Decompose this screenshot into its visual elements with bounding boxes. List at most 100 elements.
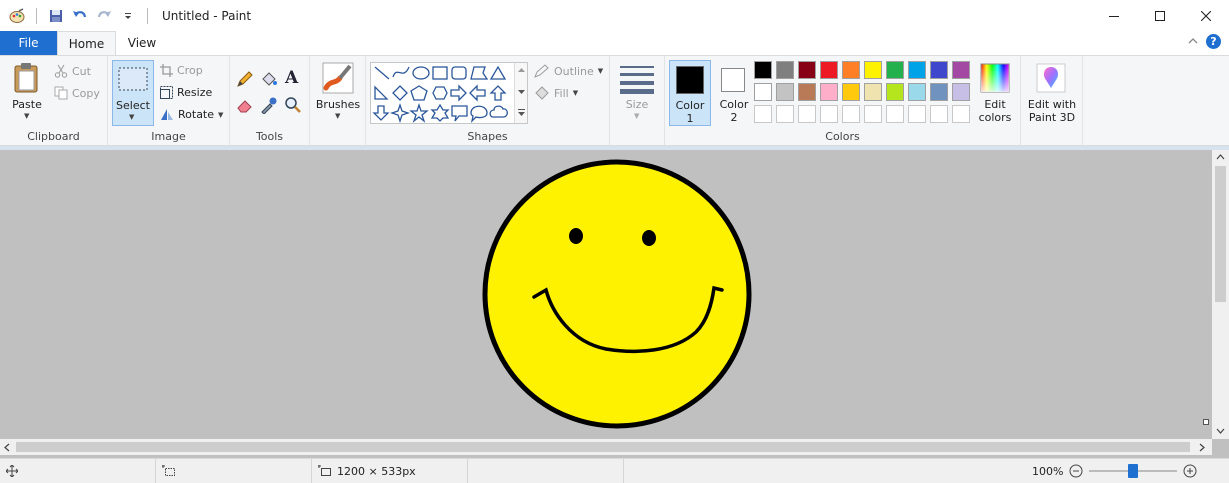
color2-label: Color: [719, 98, 749, 111]
paint-app-icon[interactable]: [8, 7, 26, 25]
custom-color-slot[interactable]: [864, 105, 882, 123]
custom-color-slot[interactable]: [776, 105, 794, 123]
image-group-label: Image: [151, 130, 186, 143]
custom-color-slot[interactable]: [820, 105, 838, 123]
pencil-icon[interactable]: [236, 70, 254, 88]
palette-swatch[interactable]: [886, 83, 904, 101]
resize-button[interactable]: Resize: [160, 86, 212, 99]
crop-button[interactable]: Crop: [160, 64, 203, 77]
palette-swatch[interactable]: [798, 83, 816, 101]
size-group: Size ▼: [610, 56, 665, 145]
custom-color-slot[interactable]: [798, 105, 816, 123]
maximize-button[interactable]: [1137, 0, 1183, 31]
paste-button[interactable]: Paste ▼: [6, 60, 48, 126]
cut-button[interactable]: Cut: [54, 64, 91, 78]
scroll-up-icon[interactable]: [517, 67, 526, 73]
fill-bucket-icon[interactable]: [260, 70, 278, 88]
customize-qat-icon[interactable]: [119, 7, 137, 25]
line-size-icon: [620, 66, 654, 94]
edit-with-paint3d-button[interactable]: Edit with Paint 3D: [1023, 60, 1081, 126]
vertical-scrollbar[interactable]: [1212, 150, 1229, 439]
palette-swatch[interactable]: [908, 61, 926, 79]
custom-color-slot[interactable]: [886, 105, 904, 123]
palette-swatch[interactable]: [754, 83, 772, 101]
palette-swatch[interactable]: [842, 83, 860, 101]
palette-swatch[interactable]: [886, 61, 904, 79]
palette-swatch[interactable]: [908, 83, 926, 101]
save-icon[interactable]: [47, 7, 65, 25]
custom-color-slot[interactable]: [930, 105, 948, 123]
palette-swatch[interactable]: [776, 61, 794, 79]
redo-icon[interactable]: [95, 7, 113, 25]
palette-swatch[interactable]: [864, 83, 882, 101]
shape-oval-icon: [412, 66, 430, 80]
scroll-left-arrow-icon[interactable]: [4, 443, 10, 452]
palette-swatch[interactable]: [930, 61, 948, 79]
custom-color-slot[interactable]: [908, 105, 926, 123]
palette-swatch[interactable]: [776, 83, 794, 101]
minimize-button[interactable]: [1091, 0, 1137, 31]
clipboard-group-label: Clipboard: [27, 130, 80, 143]
undo-icon[interactable]: [71, 7, 89, 25]
brushes-button[interactable]: Brushes ▼: [314, 60, 362, 126]
zoom-slider[interactable]: [1089, 464, 1178, 478]
magnifier-icon[interactable]: [284, 96, 302, 114]
ribbon-tabs: File Home View ?: [0, 31, 1229, 55]
tab-home[interactable]: Home: [57, 31, 116, 55]
custom-color-slot[interactable]: [842, 105, 860, 123]
help-icon[interactable]: ?: [1206, 34, 1221, 49]
custom-color-slot[interactable]: [754, 105, 772, 123]
tools-group-label: Tools: [255, 130, 284, 143]
copy-button[interactable]: Copy: [54, 86, 100, 100]
close-button[interactable]: [1183, 0, 1229, 31]
palette-swatch[interactable]: [754, 61, 772, 79]
ribbon-right-controls: ?: [1188, 34, 1221, 49]
color2-button[interactable]: Color 2: [713, 60, 755, 126]
color1-button[interactable]: Color 1: [669, 60, 711, 126]
zoom-controls: 100%: [1032, 459, 1197, 483]
horizontal-scroll-thumb[interactable]: [16, 442, 1190, 452]
palette-swatch[interactable]: [864, 61, 882, 79]
select-button[interactable]: Select ▼: [112, 60, 154, 126]
palette-swatch[interactable]: [952, 61, 970, 79]
canvas-resize-handle[interactable]: [1203, 419, 1209, 425]
scroll-up-arrow-icon[interactable]: [1216, 154, 1225, 160]
color-picker-icon[interactable]: [260, 96, 278, 114]
palette-swatch[interactable]: [842, 61, 860, 79]
palette-swatch[interactable]: [820, 61, 838, 79]
edit-colors-button[interactable]: Edit colors: [975, 60, 1015, 126]
brushes-group: Brushes ▼: [310, 56, 366, 145]
canvas-area: [0, 146, 1229, 458]
tab-view[interactable]: View: [116, 31, 168, 55]
collapse-ribbon-icon[interactable]: [1188, 35, 1198, 48]
vertical-scroll-thumb[interactable]: [1215, 166, 1226, 302]
color2-number: 2: [730, 111, 738, 124]
scroll-down-arrow-icon[interactable]: [1216, 428, 1225, 434]
scroll-down-icon[interactable]: [517, 89, 526, 95]
palette-swatch[interactable]: [952, 83, 970, 101]
rotate-button[interactable]: Rotate ▼: [160, 108, 223, 121]
size-button[interactable]: Size ▼: [614, 60, 660, 126]
zoom-in-icon[interactable]: [1183, 464, 1197, 478]
tab-file[interactable]: File: [0, 31, 57, 55]
shapes-scroll[interactable]: [514, 63, 527, 123]
palette-swatch[interactable]: [798, 61, 816, 79]
shape-hexagon-icon: [432, 86, 448, 100]
scroll-right-arrow-icon[interactable]: [1199, 443, 1205, 452]
shape-right-triangle-icon: [374, 85, 389, 100]
palette-swatch[interactable]: [820, 83, 838, 101]
window-controls: [1091, 0, 1229, 31]
drawing-canvas[interactable]: [6, 152, 1209, 439]
custom-color-slot[interactable]: [952, 105, 970, 123]
expand-gallery-icon[interactable]: [517, 109, 526, 117]
zoom-slider-thumb[interactable]: [1128, 464, 1139, 478]
select-dropdown-icon: ▼: [129, 113, 135, 121]
zoom-out-icon[interactable]: [1069, 464, 1083, 478]
eraser-icon[interactable]: [236, 96, 254, 114]
outline-button[interactable]: Outline ▼: [534, 64, 603, 78]
palette-swatch[interactable]: [930, 83, 948, 101]
fill-button[interactable]: Fill ▼: [534, 86, 578, 100]
text-tool-icon[interactable]: A: [285, 68, 298, 88]
copy-icon: [54, 86, 68, 100]
horizontal-scrollbar[interactable]: [0, 439, 1212, 455]
